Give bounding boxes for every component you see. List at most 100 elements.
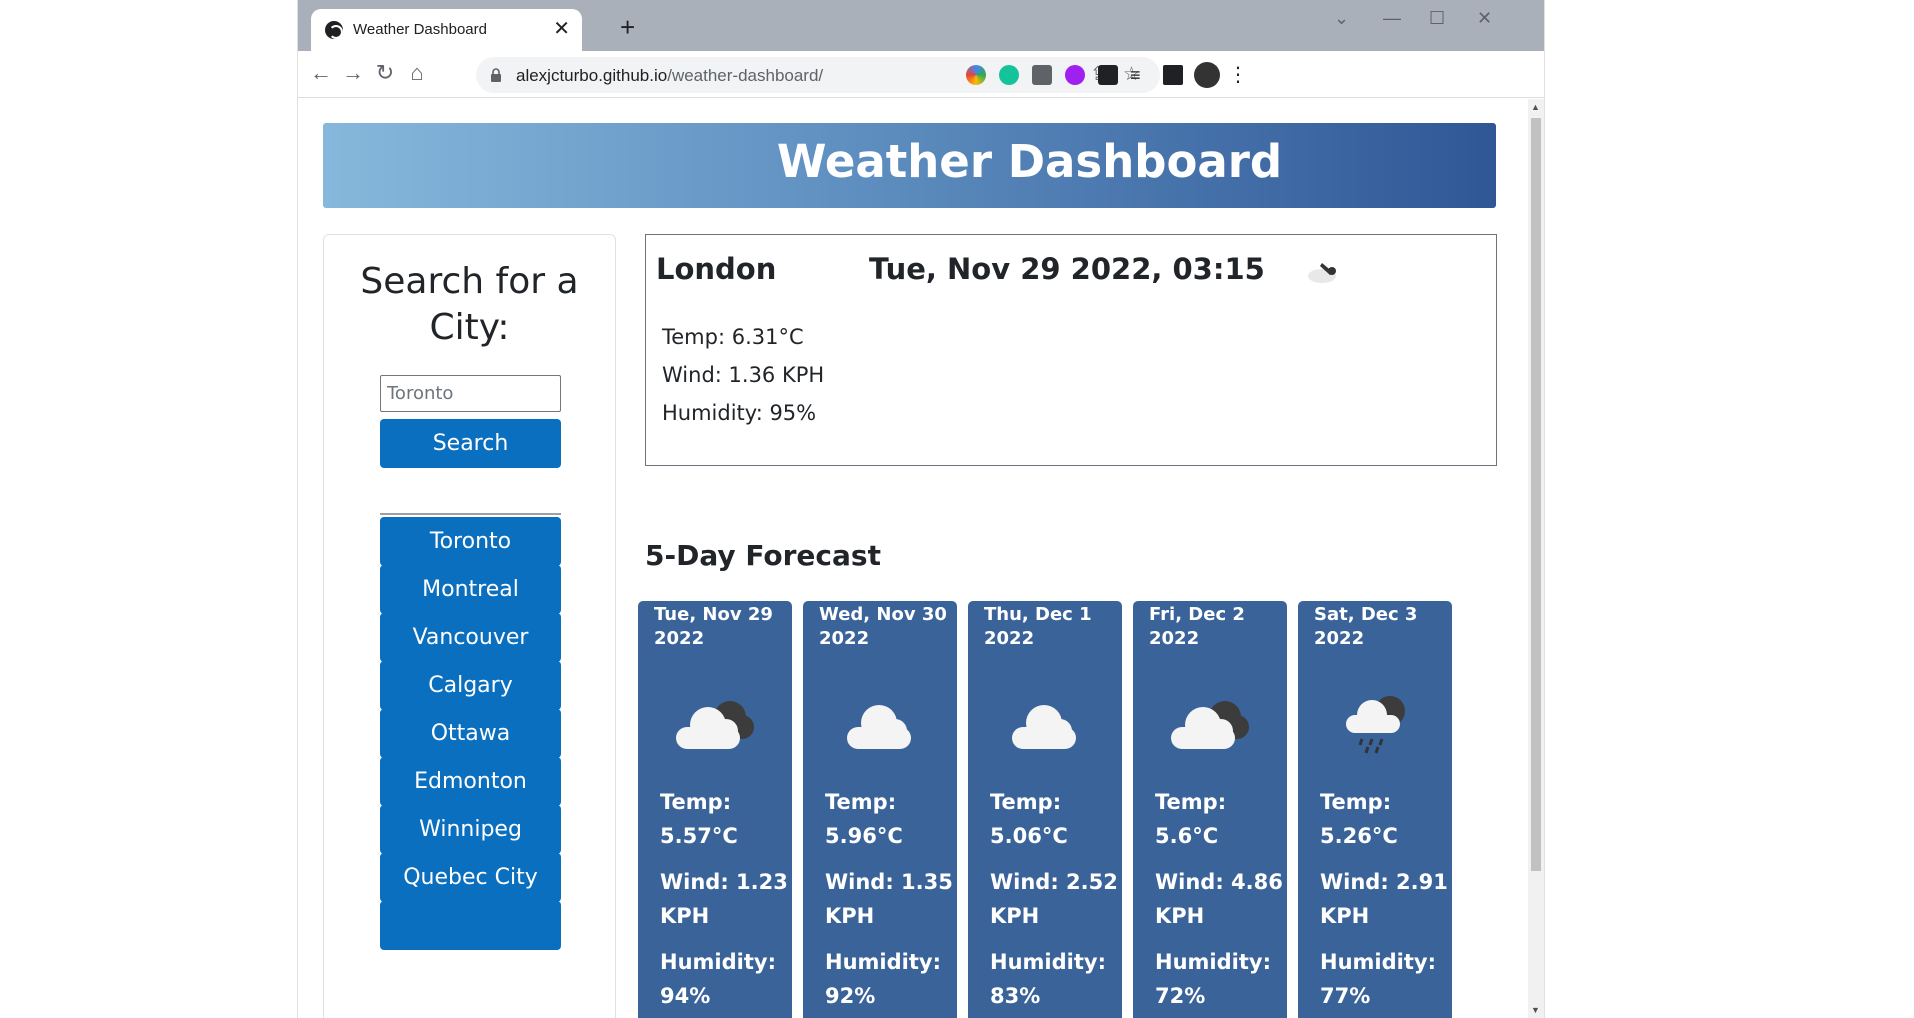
forecast-wind-unit: KPH <box>990 904 1040 928</box>
forecast-date: Fri, Dec 2 2022 <box>1149 604 1245 649</box>
forecast-humidity-value: 94% <box>660 984 711 1008</box>
forecast-card-day3: Thu, Dec 1 2022 Temp: 5.06°C Wind: 2.52 … <box>968 601 1122 1018</box>
forecast-temp-value: 5.57°C <box>660 824 738 848</box>
home-icon[interactable]: ⌂ <box>404 60 430 86</box>
current-weather-card: London Tue, Nov 29 2022, 03:15 Temp: 6.3… <box>645 234 1497 466</box>
forecast-temp-label: Temp: <box>660 790 732 814</box>
forecast-humidity-label: Humidity: <box>825 950 941 974</box>
forecast-wind-label: Wind: 4.86 <box>1155 870 1283 894</box>
current-wind: Wind: 1.36 KPH <box>662 363 825 387</box>
browser-toolbar: ← → ↻ ⌂ alexjcturbo.github.io/weather-da… <box>298 51 1544 98</box>
forecast-humidity-label: Humidity: <box>660 950 776 974</box>
new-tab-button[interactable]: + <box>620 14 635 40</box>
extension-purple-icon[interactable] <box>1065 65 1085 85</box>
forecast-humidity-label: Humidity: <box>1320 950 1436 974</box>
current-temp: Temp: 6.31°C <box>662 325 804 349</box>
forecast-temp-label: Temp: <box>1320 790 1392 814</box>
current-humidity: Humidity: 95% <box>662 401 817 425</box>
search-sidebar: Search for a City: Search Toronto Montre… <box>323 234 616 1018</box>
close-window-button[interactable]: ✕ <box>1477 6 1492 30</box>
page-content: Weather Dashboard Search for a City: Sea… <box>298 99 1528 1018</box>
forecast-date: Thu, Dec 1 2022 <box>984 604 1092 649</box>
forecast-humidity-label: Humidity: <box>990 950 1106 974</box>
city-button-winnipeg[interactable]: Winnipeg <box>380 805 561 854</box>
forecast-wind-unit: KPH <box>1320 904 1370 928</box>
forecast-wind-label: Wind: 1.35 <box>825 870 953 894</box>
tab-search-icon[interactable]: ⌄ <box>1334 6 1349 30</box>
rain-cloud-icon <box>1346 696 1405 754</box>
forecast-humidity-label: Humidity: <box>1155 950 1271 974</box>
broken-clouds-icon <box>1171 701 1249 749</box>
city-button-calgary[interactable]: Calgary <box>380 661 561 710</box>
forecast-wind-unit: KPH <box>825 904 875 928</box>
forecast-temp-value: 5.96°C <box>825 824 903 848</box>
url-text[interactable]: alexjcturbo.github.io/weather-dashboard/ <box>516 66 823 86</box>
forecast-wind-label: Wind: 2.52 <box>990 870 1118 894</box>
forecast-card-day5: Sat, Dec 3 2022 Temp: 5.26°C Wind: 2.91 … <box>1298 601 1452 1018</box>
divider <box>380 513 561 515</box>
current-datetime: Tue, Nov 29 2022, 03:15 <box>869 252 1265 286</box>
cloud-icon <box>847 705 911 749</box>
forecast-date: Wed, Nov 30 2022 <box>819 604 947 649</box>
browser-window: Weather Dashboard ✕ + ⌄ — ☐ ✕ ← → ↻ ⌂ al… <box>298 0 1544 1018</box>
menu-kebab-icon[interactable]: ⋮ <box>1228 65 1248 85</box>
forecast-wind-unit: KPH <box>1155 904 1205 928</box>
tab-strip: Weather Dashboard ✕ + ⌄ — ☐ ✕ <box>298 0 1544 51</box>
forecast-date: Sat, Dec 3 2022 <box>1314 604 1418 649</box>
back-icon[interactable]: ← <box>308 60 334 86</box>
forecast-card-day2: Wed, Nov 30 2022 Temp: 5.96°C Wind: 1.35… <box>803 601 957 1018</box>
forecast-temp-value: 5.26°C <box>1320 824 1398 848</box>
city-search-input[interactable] <box>380 375 561 412</box>
forecast-humidity-value: 77% <box>1320 984 1371 1008</box>
scroll-thumb[interactable] <box>1531 118 1541 871</box>
avatar[interactable] <box>1194 62 1220 88</box>
globe-icon <box>325 21 343 39</box>
extension-color-icon[interactable] <box>966 65 986 85</box>
forecast-temp-label: Temp: <box>990 790 1062 814</box>
extensions-puzzle-icon[interactable] <box>1098 65 1118 85</box>
forecast-card-day4: Fri, Dec 2 2022 Temp: 5.6°C Wind: 4.86 K… <box>1133 601 1287 1018</box>
extension-flag-icon[interactable] <box>1032 65 1052 85</box>
close-tab-icon[interactable]: ✕ <box>553 17 570 41</box>
maximize-button[interactable]: ☐ <box>1429 6 1445 30</box>
forecast-temp-label: Temp: <box>1155 790 1227 814</box>
cloud-icon <box>1012 705 1076 749</box>
forecast-card-day1: Tue, Nov 29 2022 Temp: 5.57°C Wind: 1.23… <box>638 601 792 1018</box>
forecast-temp-value: 5.6°C <box>1155 824 1219 848</box>
page-title: Weather Dashboard <box>776 135 1283 188</box>
address-bar[interactable]: alexjcturbo.github.io/weather-dashboard/… <box>476 57 1160 93</box>
forecast-wind-label: Wind: 1.23 <box>660 870 788 894</box>
media-control-icon[interactable]: ≡ <box>1130 65 1150 85</box>
city-button-quebec-city[interactable]: Quebec City <box>380 853 561 902</box>
lock-icon <box>491 68 501 82</box>
forecast-temp-value: 5.06°C <box>990 824 1068 848</box>
page-header: Weather Dashboard <box>323 123 1496 208</box>
city-button-edmonton[interactable]: Edmonton <box>380 757 561 806</box>
city-button-vancouver[interactable]: Vancouver <box>380 613 561 662</box>
city-button-toronto[interactable]: Toronto <box>380 517 561 566</box>
forecast-humidity-value: 72% <box>1155 984 1206 1008</box>
partly-cloudy-night-icon <box>1308 263 1336 283</box>
forecast-title: 5-Day Forecast <box>645 539 881 572</box>
city-button-partial[interactable] <box>380 901 561 950</box>
tab-title: Weather Dashboard <box>353 21 487 38</box>
reload-icon[interactable]: ↻ <box>372 60 398 86</box>
forecast-temp-label: Temp: <box>825 790 897 814</box>
scroll-down-icon[interactable]: ▼ <box>1531 1005 1540 1015</box>
minimize-button[interactable]: — <box>1383 6 1401 30</box>
forecast-date: Tue, Nov 29 2022 <box>654 604 773 649</box>
forecast-wind-label: Wind: 2.91 <box>1320 870 1448 894</box>
search-title: Search for a City: <box>360 261 579 348</box>
city-button-ottawa[interactable]: Ottawa <box>380 709 561 758</box>
search-button[interactable]: Search <box>380 419 561 468</box>
scroll-up-icon[interactable]: ▲ <box>1531 102 1540 112</box>
forecast-humidity-value: 83% <box>990 984 1041 1008</box>
grammarly-icon[interactable] <box>999 65 1019 85</box>
page-scrollbar[interactable]: ▲ ▼ <box>1528 99 1544 1018</box>
city-button-montreal[interactable]: Montreal <box>380 565 561 614</box>
forward-icon[interactable]: → <box>340 60 366 86</box>
tab-weather-dashboard[interactable]: Weather Dashboard ✕ <box>311 9 582 51</box>
side-panel-icon[interactable] <box>1163 65 1183 85</box>
forecast-humidity-value: 92% <box>825 984 876 1008</box>
forecast-wind-unit: KPH <box>660 904 710 928</box>
